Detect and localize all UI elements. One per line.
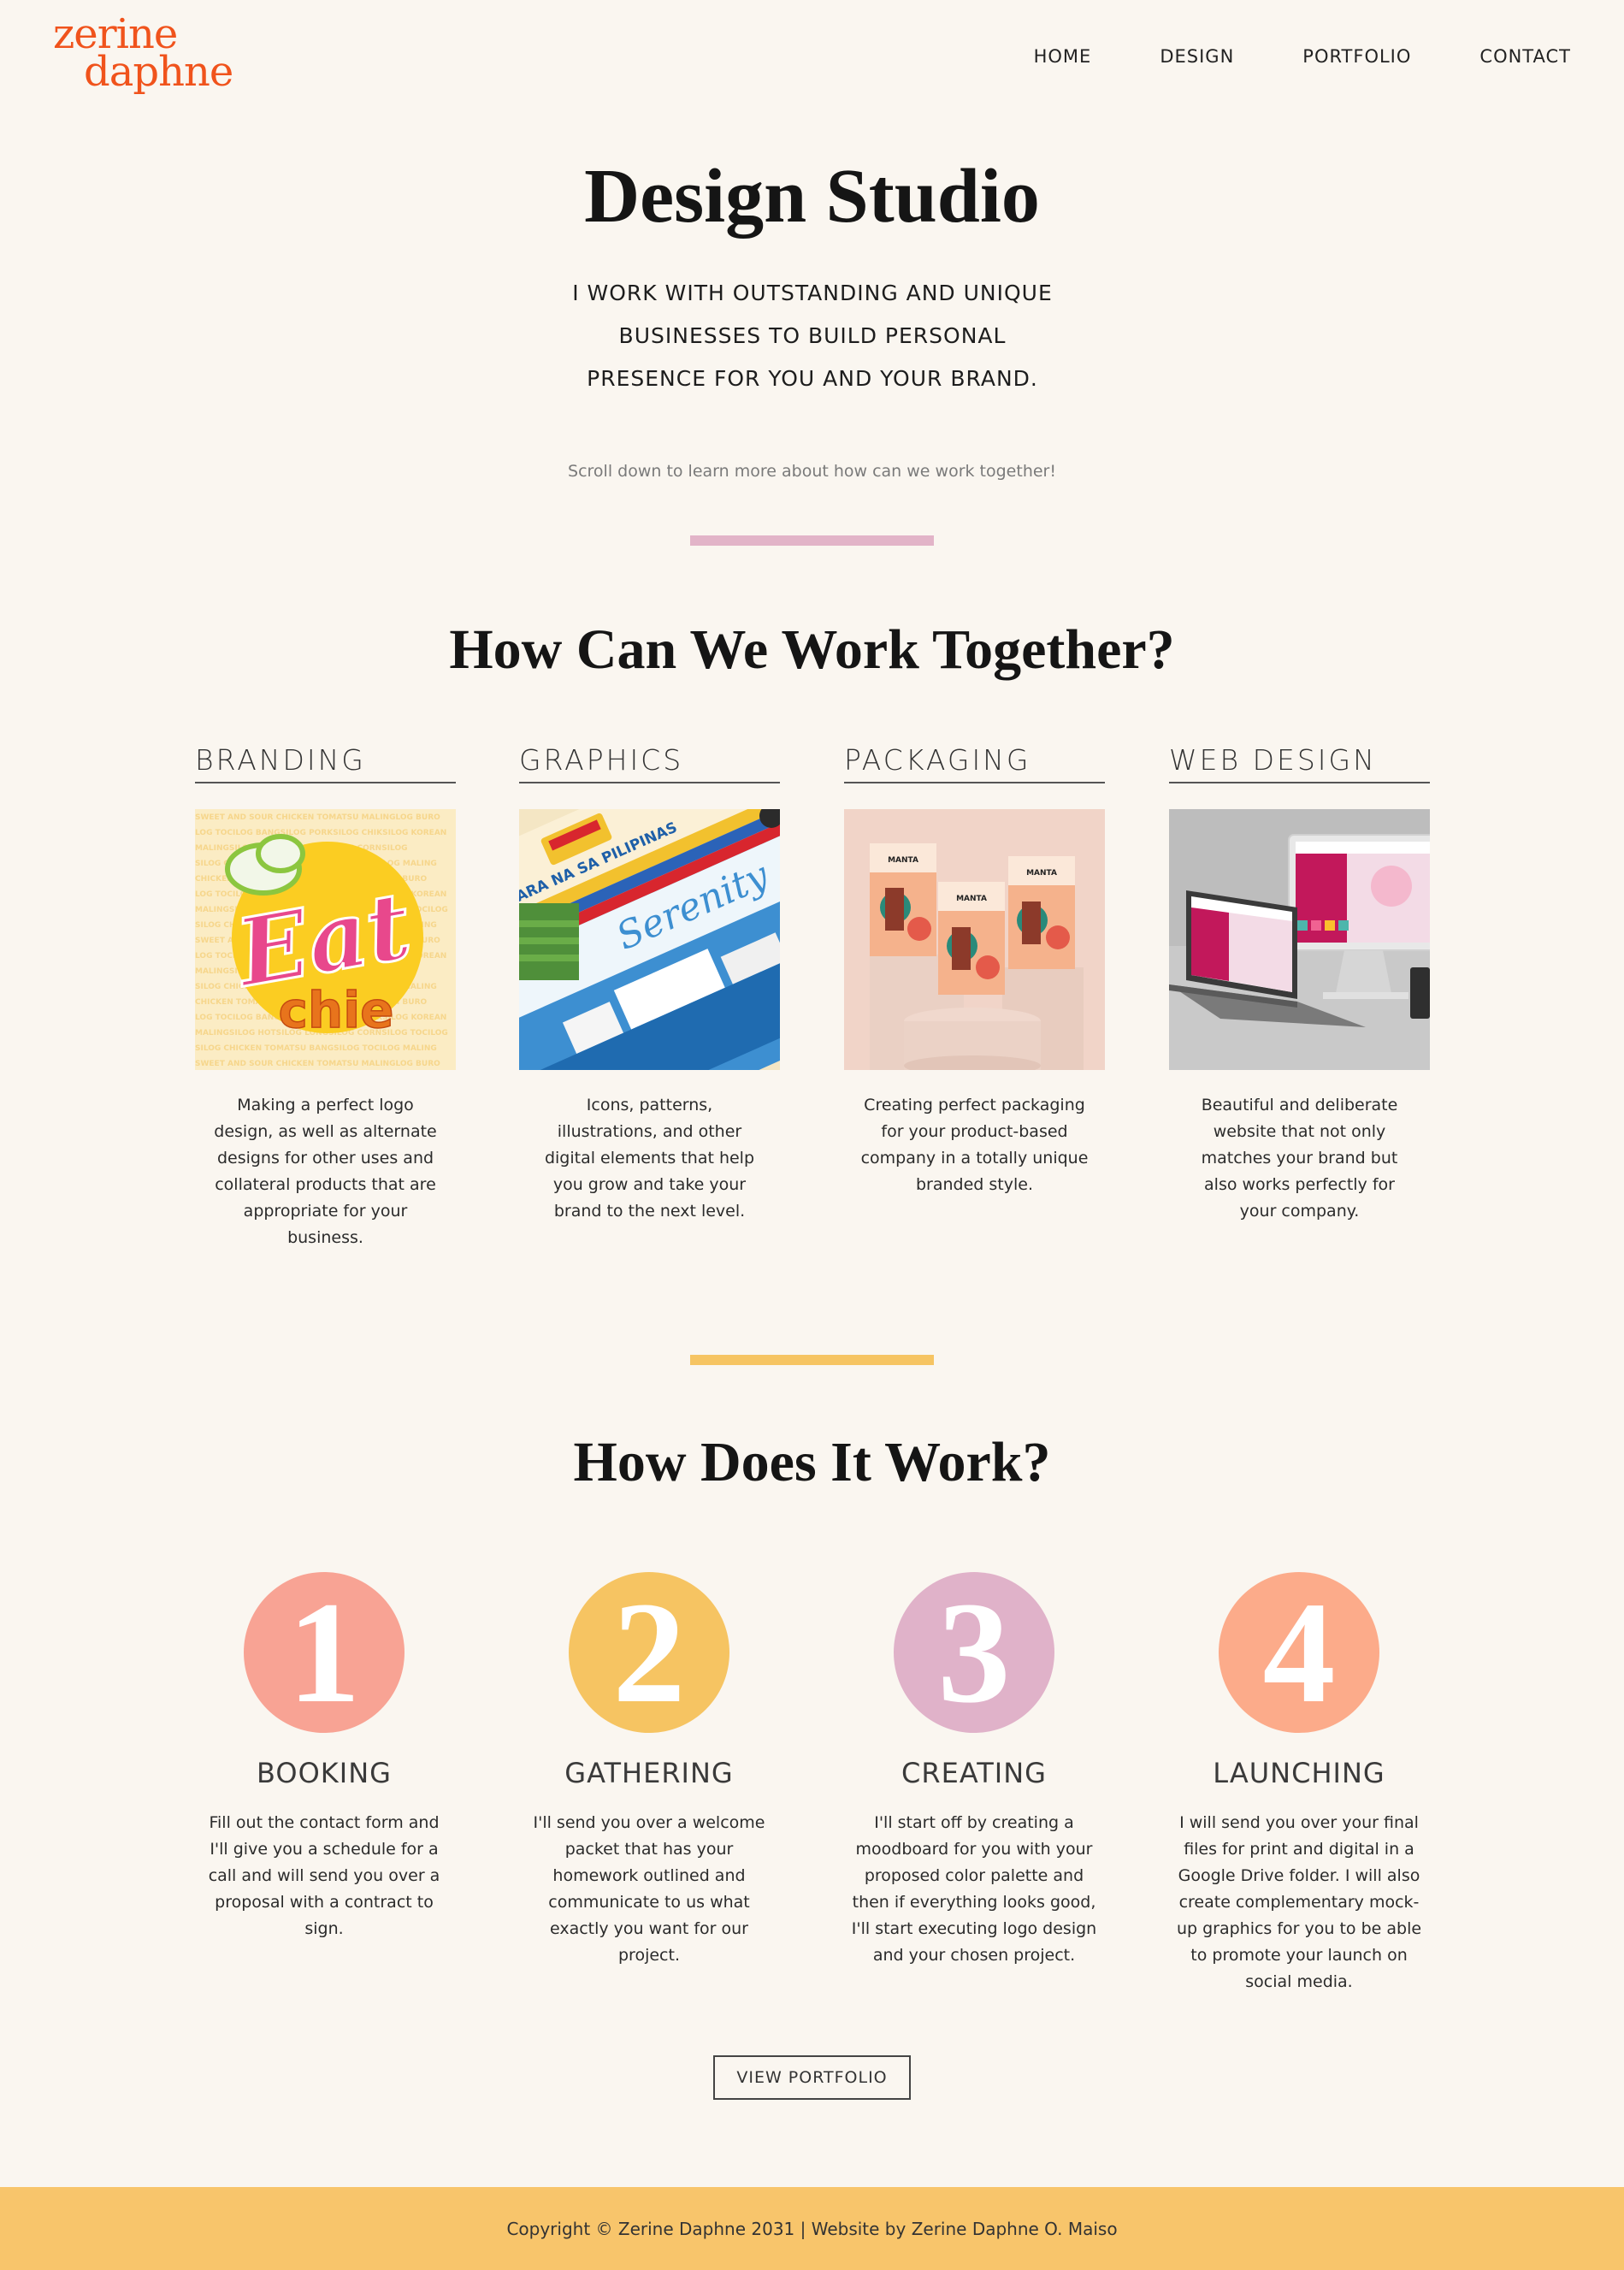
service-heading: BRANDING [195,742,456,783]
step-number-badge: 4 [1219,1572,1379,1733]
main-nav: HOME DESIGN PORTFOLIO CONTACT [966,46,1571,67]
step-title: CREATING [901,1757,1047,1789]
step-title: BOOKING [257,1757,392,1789]
web-design-image [1169,809,1430,1070]
step-number-badge: 2 [569,1572,729,1733]
step-booking: 1 BOOKING Fill out the contact form and … [187,1572,461,1942]
travel-poster-graphics-image: TARA NA SA PILIPINAS Serenity [519,809,780,1070]
svg-text:SILOG CHICKEN TOMATSU BANGSILO: SILOG CHICKEN TOMATSU BANGSILOG TOCILOG … [195,1044,437,1053]
nav-design-link[interactable]: DESIGN [1160,46,1234,67]
coffee-packaging-mockup-image: MANTA MANTA MANTA [844,809,1105,1070]
step-number-badge: 1 [244,1572,405,1733]
step-number-badge: 3 [894,1572,1054,1733]
packaging-image: MANTA MANTA MANTA [844,809,1105,1070]
svg-text:chie: chie [279,981,394,1039]
section-divider-pink [690,535,934,546]
step-launching: 4 LAUNCHING I will send you over your fi… [1162,1572,1436,1995]
step-description: I will send you over your final files fo… [1176,1813,1422,1991]
nav-home-link[interactable]: HOME [1034,46,1092,67]
laptop-desktop-website-mockup-image [1169,809,1430,1070]
hero-scroll-note: Scroll down to learn more about how can … [568,462,1056,481]
service-description: Beautiful and deliberate website that no… [1201,1096,1398,1221]
step-description: I'll start off by creating a moodboard f… [851,1813,1097,1965]
svg-text:MANTA: MANTA [888,856,918,865]
nav-contact-link[interactable]: CONTACT [1479,46,1571,67]
step-description: I'll send you over a welcome packet that… [533,1813,765,1965]
service-heading: WEB DESIGN [1169,742,1430,783]
graphics-image: TARA NA SA PILIPINAS Serenity [519,809,780,1070]
site-footer: Copyright © Zerine Daphne 2031 | Website… [0,2187,1624,2270]
branding-image: SWEET AND SOUR CHICKEN TOMATSU MALINGLOG… [195,809,456,1070]
step-title: GATHERING [564,1757,734,1789]
nav-portfolio-link[interactable]: PORTFOLIO [1302,46,1411,67]
process-section-title: How Does It Work? [573,1431,1051,1493]
footer-copyright: Copyright © Zerine Daphne 2031 | Website… [506,2218,1118,2239]
svg-text:SWEET AND SOUR CHICKEN TOMATSU: SWEET AND SOUR CHICKEN TOMATSU MALINGLOG… [195,813,440,822]
section-divider-yellow [690,1355,934,1365]
service-description: Icons, patterns, illustrations, and othe… [544,1096,755,1221]
svg-text:LOG TOCILOG BANGSILOG PORKSILO: LOG TOCILOG BANGSILOG PORKSILOG CHIKSILO… [195,829,446,837]
brand-logo-line2: daphne [84,48,233,96]
service-description: Creating perfect packaging for your prod… [860,1096,1089,1194]
brand-logo[interactable]: zerine daphne [53,14,233,96]
step-creating: 3 CREATING I'll start off by creating a … [837,1572,1111,1969]
svg-text:SWEET AND SOUR CHICKEN TOMATSU: SWEET AND SOUR CHICKEN TOMATSU MALINGLOG… [195,1060,440,1068]
view-portfolio-button[interactable]: VIEW PORTFOLIO [713,2055,911,2100]
hero-subtitle: I WORK WITH OUTSTANDING AND UNIQUE BUSIN… [572,281,1053,391]
eat-chie-logo-image: SWEET AND SOUR CHICKEN TOMATSU MALINGLOG… [195,809,456,1070]
site-header: zerine daphne HOME DESIGN PORTFOLIO CONT… [0,0,1624,120]
step-gathering: 2 GATHERING I'll send you over a welcome… [512,1572,786,1969]
services-section-title: How Can We Work Together? [449,618,1175,681]
service-card-graphics: GRAPHICS TARA NA SA PILIPINAS Serenity I… [519,742,780,1225]
page-title: Design Studio [584,154,1040,239]
svg-text:MANTA: MANTA [956,895,987,903]
service-description: Making a perfect logo design, as well as… [214,1096,437,1247]
step-title: LAUNCHING [1213,1757,1385,1789]
service-heading: PACKAGING [844,742,1105,783]
service-heading: GRAPHICS [519,742,780,783]
service-card-packaging: PACKAGING MANTA MANTA MANTA Creating per… [844,742,1105,1198]
service-card-web-design: WEB DESIGN Beautiful and deliberate webs… [1169,742,1430,1225]
step-description: Fill out the contact form and I'll give … [208,1813,440,1938]
service-card-branding: BRANDING SWEET AND SOUR CHICKEN TOMATSU … [195,742,456,1251]
svg-text:MANTA: MANTA [1026,869,1057,878]
